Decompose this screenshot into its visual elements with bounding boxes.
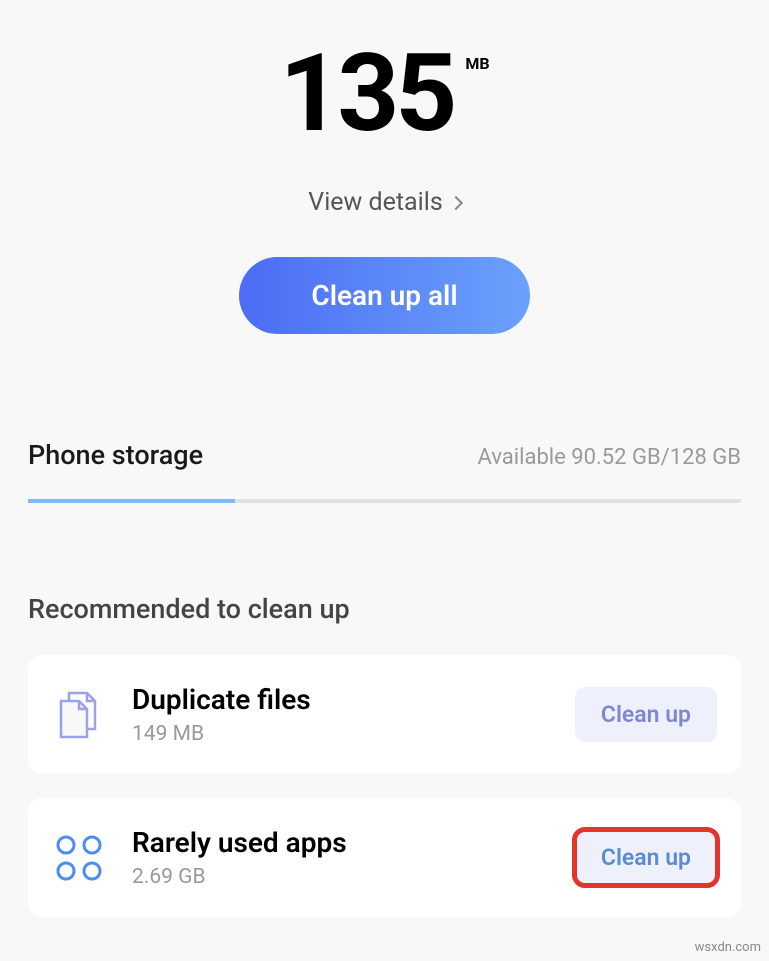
recommend-title: Recommended to clean up — [28, 593, 741, 625]
cleanup-size-value: 135 — [279, 40, 453, 148]
hero-section: 135 MB View details Clean up all — [0, 0, 769, 334]
cleanup-button-duplicate-files[interactable]: Clean up — [575, 687, 717, 742]
duplicate-files-icon — [52, 688, 106, 742]
storage-progress-bar — [28, 499, 741, 503]
cleanup-all-button[interactable]: Clean up all — [239, 257, 529, 334]
card-subtitle: 149 MB — [132, 722, 575, 746]
recommend-card-rarely-used-apps[interactable]: Rarely used apps 2.69 GB Clean up — [28, 798, 741, 917]
cleanup-size: 135 MB — [279, 40, 489, 148]
storage-progress-fill — [28, 499, 235, 503]
card-body: Duplicate files 149 MB — [132, 683, 575, 746]
storage-section: Phone storage Available 90.52 GB/128 GB — [0, 439, 769, 503]
cleanup-size-unit: MB — [465, 54, 489, 73]
storage-title: Phone storage — [28, 439, 203, 471]
recommend-card-duplicate-files[interactable]: Duplicate files 149 MB Clean up — [28, 655, 741, 774]
watermark: wsxdn.com — [695, 940, 761, 955]
view-details-link[interactable]: View details — [308, 188, 460, 217]
card-body: Rarely used apps 2.69 GB — [132, 826, 575, 889]
card-title: Duplicate files — [132, 683, 575, 716]
view-details-label: View details — [308, 188, 442, 217]
storage-available-text: Available 90.52 GB/128 GB — [478, 445, 742, 470]
recommend-section: Recommended to clean up Duplicate files … — [0, 593, 769, 917]
card-title: Rarely used apps — [132, 826, 575, 859]
cleanup-button-rarely-used-apps[interactable]: Clean up — [575, 830, 717, 885]
chevron-right-icon — [449, 195, 463, 209]
card-subtitle: 2.69 GB — [132, 865, 575, 889]
storage-header: Phone storage Available 90.52 GB/128 GB — [28, 439, 741, 471]
rarely-used-apps-icon — [52, 831, 106, 885]
